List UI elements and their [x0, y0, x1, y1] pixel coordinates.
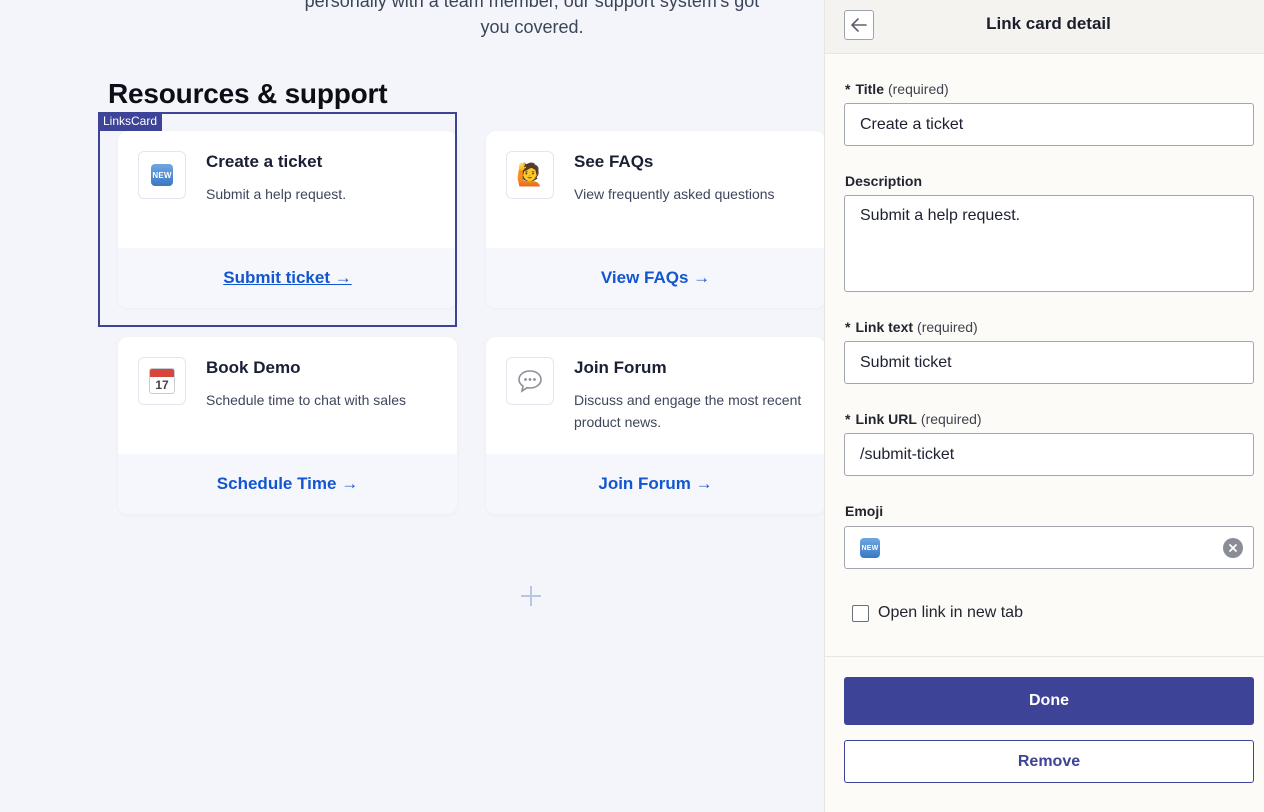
- open-new-tab-label: Open link in new tab: [878, 604, 1023, 621]
- card-title: Join Forum: [574, 358, 667, 377]
- card-body: 17 Book Demo Schedule time to chat with …: [118, 337, 457, 454]
- link-url-field-label: * Link URL (required): [845, 411, 982, 427]
- description-field-label: Description: [845, 173, 923, 189]
- card-body: NEW Create a ticket Submit a help reques…: [118, 131, 457, 248]
- card-description: Discuss and engage the most recent produ…: [574, 392, 802, 430]
- person-raising-hand-icon: 🙋: [516, 162, 544, 187]
- card-description: Schedule time to chat with sales: [206, 392, 406, 408]
- link-card-see-faqs[interactable]: 🙋 See FAQs View frequently asked questio…: [486, 131, 825, 308]
- plus-icon[interactable]: [520, 585, 542, 607]
- speech-bubble-icon: [518, 370, 542, 393]
- title-field-label: * Title (required): [845, 81, 949, 97]
- card-body: Join Forum Discuss and engage the most r…: [486, 337, 825, 454]
- intro-line-1: personally with a team member, our suppo…: [304, 0, 760, 11]
- required-star: *: [845, 81, 851, 97]
- intro-text: personally with a team member, our suppo…: [272, 0, 792, 40]
- link-url-input[interactable]: [844, 433, 1254, 476]
- new-button-icon: NEW: [860, 538, 880, 558]
- card-link-schedule-time[interactable]: Schedule Time →: [217, 474, 358, 494]
- link-text-field-label: * Link text (required): [845, 319, 978, 335]
- card-description: View frequently asked questions: [574, 186, 775, 202]
- card-footer: View FAQs →: [486, 248, 825, 308]
- clear-emoji-button[interactable]: [1223, 538, 1243, 558]
- remove-button[interactable]: Remove: [844, 740, 1254, 783]
- card-link-join-forum[interactable]: Join Forum →: [598, 474, 712, 494]
- emoji-field-label: Emoji: [845, 503, 884, 519]
- emoji-picker-field[interactable]: NEW: [844, 526, 1254, 569]
- done-button[interactable]: Done: [844, 677, 1254, 725]
- link-card-detail-panel: Link card detail *Title(required) Descri…: [824, 0, 1264, 812]
- card-emoji: [506, 357, 554, 405]
- calendar-icon: 17: [149, 368, 175, 394]
- card-link-view-faqs[interactable]: View FAQs →: [601, 268, 710, 288]
- description-textarea[interactable]: Submit a help request.: [844, 195, 1254, 292]
- card-footer: Schedule Time →: [118, 454, 457, 514]
- link-card-join-forum[interactable]: Join Forum Discuss and engage the most r…: [486, 337, 825, 514]
- close-icon: [1229, 544, 1237, 552]
- card-title: Create a ticket: [206, 152, 323, 171]
- link-card-create-ticket[interactable]: NEW Create a ticket Submit a help reques…: [118, 131, 457, 308]
- card-link-submit-ticket[interactable]: Submit ticket →: [223, 268, 351, 288]
- selection-tag: LinksCard: [98, 112, 163, 131]
- new-button-icon: NEW: [151, 164, 173, 186]
- card-title: Book Demo: [206, 358, 301, 377]
- card-emoji: NEW: [138, 151, 186, 199]
- card-footer: Join Forum →: [486, 454, 825, 514]
- card-body: 🙋 See FAQs View frequently asked questio…: [486, 131, 825, 248]
- card-description: Submit a help request.: [206, 186, 347, 202]
- panel-header: Link card detail: [825, 0, 1264, 54]
- calendar-day: 17: [155, 378, 169, 392]
- page-canvas: personally with a team member, our suppo…: [0, 0, 825, 812]
- open-new-tab-row[interactable]: Open link in new tab: [852, 604, 1023, 622]
- intro-line-2: you covered.: [480, 17, 584, 37]
- card-footer: Submit ticket →: [118, 248, 457, 308]
- section-title: Resources & support: [108, 78, 388, 109]
- card-emoji: 🙋: [506, 151, 554, 199]
- link-text-input[interactable]: [844, 341, 1254, 384]
- panel-divider: [825, 656, 1264, 657]
- card-emoji: 17: [138, 357, 186, 405]
- open-new-tab-checkbox[interactable]: [852, 604, 869, 622]
- card-title: See FAQs: [574, 152, 654, 171]
- panel-title: Link card detail: [986, 14, 1111, 33]
- link-card-book-demo[interactable]: 17 Book Demo Schedule time to chat with …: [118, 337, 457, 514]
- title-input[interactable]: [844, 103, 1254, 146]
